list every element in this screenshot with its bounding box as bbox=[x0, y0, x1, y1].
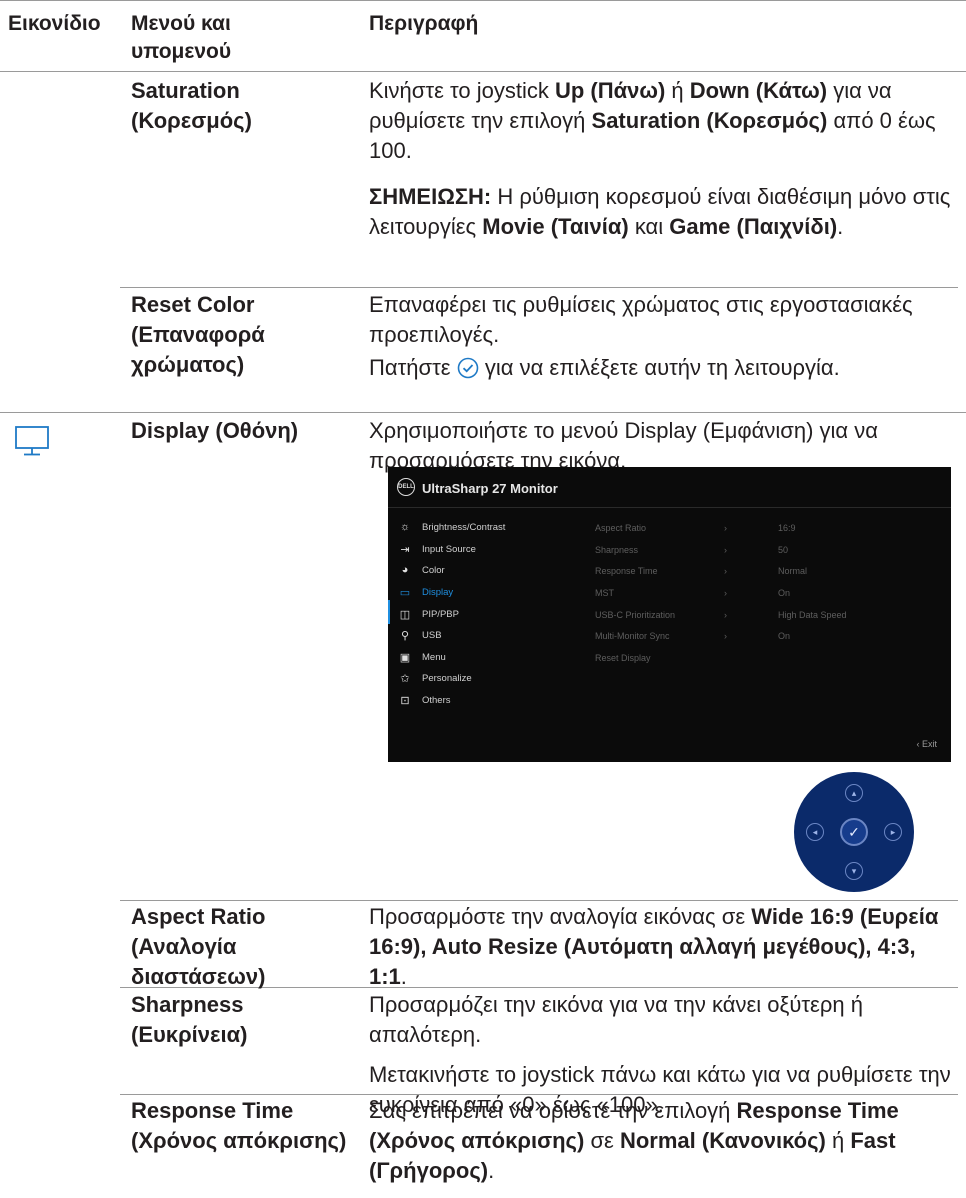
osd-divider bbox=[388, 507, 951, 508]
osd-menu-display: ▭ Display bbox=[399, 586, 454, 599]
header-icon: Εικονίδιο bbox=[8, 12, 101, 35]
osd-menu-menu: ▣ Menu bbox=[399, 651, 446, 664]
table-top-rule bbox=[0, 0, 966, 1]
osd-menu-color: ◕ Color bbox=[398, 560, 445, 580]
header-rule bbox=[0, 71, 966, 72]
osd-sub-aspect-ratio: Aspect Ratio bbox=[595, 523, 647, 533]
osd-title: UltraSharp 27 Monitor bbox=[422, 481, 558, 496]
joystick-graphic: ▴ ▾ ◂ ▸ ✓ bbox=[794, 772, 914, 892]
brightness-icon: ☼ bbox=[399, 521, 411, 533]
aspect-ratio-description: Προσαρμόστε την αναλογία εικόνας σε Wide… bbox=[369, 904, 939, 989]
osd-value-usbc: High Data Speed bbox=[778, 610, 847, 620]
osd-exit: ‹ Exit bbox=[916, 739, 937, 749]
joystick-up-icon: ▴ bbox=[845, 784, 863, 802]
joystick-down-icon: ▾ bbox=[845, 862, 863, 880]
saturation-note: ΣΗΜΕΙΩΣΗ: Η ρύθμιση κορεσμού είναι διαθέ… bbox=[369, 184, 951, 239]
row-rule bbox=[120, 900, 958, 901]
menu-icon: ▣ bbox=[399, 651, 411, 664]
osd-value-sharpness: 50 bbox=[778, 545, 789, 555]
osd-menu-personalize: ✩ Personalize bbox=[398, 668, 471, 688]
header-menu: Μενού και υπομενού bbox=[131, 12, 232, 63]
reset-color-description: Επαναφέρει τις ρυθμίσεις χρώματος στις ε… bbox=[369, 292, 913, 347]
display-icon: ▭ bbox=[399, 586, 411, 599]
osd-sub-response-time: Response Time bbox=[595, 566, 658, 576]
row-rule bbox=[120, 287, 958, 288]
menu-response-time: Response Time (Χρόνος απόκρισης) bbox=[131, 1098, 347, 1153]
chevron-right-icon: › bbox=[724, 545, 727, 555]
osd-sub-multimonitor: Multi-Monitor Sync bbox=[595, 631, 670, 641]
monitor-icon bbox=[15, 426, 49, 456]
joystick-left-icon: ◂ bbox=[806, 823, 824, 841]
dell-logo: DELL bbox=[397, 478, 415, 496]
joystick-check-icon: ✓ bbox=[840, 818, 868, 846]
chevron-right-icon: › bbox=[724, 588, 727, 598]
menu-sharpness: Sharpness (Ευκρίνεια) bbox=[131, 992, 248, 1047]
joystick-right-icon: ▸ bbox=[884, 823, 902, 841]
input-source-icon: ⇥ bbox=[400, 543, 410, 556]
osd-menu-pip: ◫ PIP/PBP bbox=[399, 608, 459, 621]
osd-menu-input-source: ⇥ Input Source bbox=[398, 539, 475, 559]
menu-saturation: Saturation (Κορεσμός) bbox=[131, 78, 252, 133]
check-circle-icon bbox=[457, 357, 479, 379]
menu-display: Display (Οθόνη) bbox=[131, 418, 299, 443]
osd-active-indicator bbox=[388, 600, 390, 624]
osd-value-mst: On bbox=[778, 588, 791, 598]
saturation-description: Κινήστε το joystick Up (Πάνω) ή Down (Κά… bbox=[369, 78, 936, 163]
osd-menu-others: ⊡ Others bbox=[398, 690, 450, 710]
header-description: Περιγραφή bbox=[369, 12, 479, 35]
menu-aspect-ratio: Aspect Ratio (Αναλογία διαστάσεων) bbox=[131, 904, 266, 989]
usb-icon: ⚲ bbox=[400, 629, 410, 642]
chevron-right-icon: › bbox=[724, 523, 727, 533]
chevron-right-icon: › bbox=[724, 610, 727, 620]
osd-sub-sharpness: Sharpness bbox=[595, 545, 639, 555]
osd-value-response-time: Normal bbox=[778, 566, 808, 576]
osd-value-aspect-ratio: 16:9 bbox=[778, 523, 796, 533]
osd-menu-usb: ⚲ USB bbox=[398, 625, 442, 645]
star-icon: ✩ bbox=[400, 672, 410, 685]
chevron-right-icon: › bbox=[724, 631, 727, 641]
osd-screenshot: DELL UltraSharp 27 Monitor ☼ Brightness/C… bbox=[388, 467, 951, 762]
osd-sub-usbc: USB-C Prioritization bbox=[595, 610, 676, 620]
osd-menu-brightness: ☼ Brightness/Contrast bbox=[399, 521, 506, 533]
color-icon: ◕ bbox=[401, 564, 409, 576]
osd-value-multimonitor: On bbox=[778, 631, 791, 641]
pip-icon: ◫ bbox=[399, 608, 411, 621]
osd-sub-mst: MST bbox=[595, 588, 614, 598]
sharpness-description: Προσαρμόζει την εικόνα για να την κάνει … bbox=[369, 992, 863, 1047]
osd-sub-reset-display: Reset Display bbox=[595, 653, 651, 663]
response-time-description: Σας επιτρέπει να ορίσετε την επιλογή Res… bbox=[369, 1098, 899, 1183]
others-icon: ⊡ bbox=[400, 694, 410, 707]
row-rule bbox=[0, 412, 966, 413]
reset-color-instruction: Πατήστε για να επιλέξετε αυτήν τη λειτου… bbox=[369, 355, 840, 380]
menu-reset-color: Reset Color (Επαναφορά χρώματος) bbox=[131, 292, 265, 377]
chevron-right-icon: › bbox=[724, 566, 727, 576]
